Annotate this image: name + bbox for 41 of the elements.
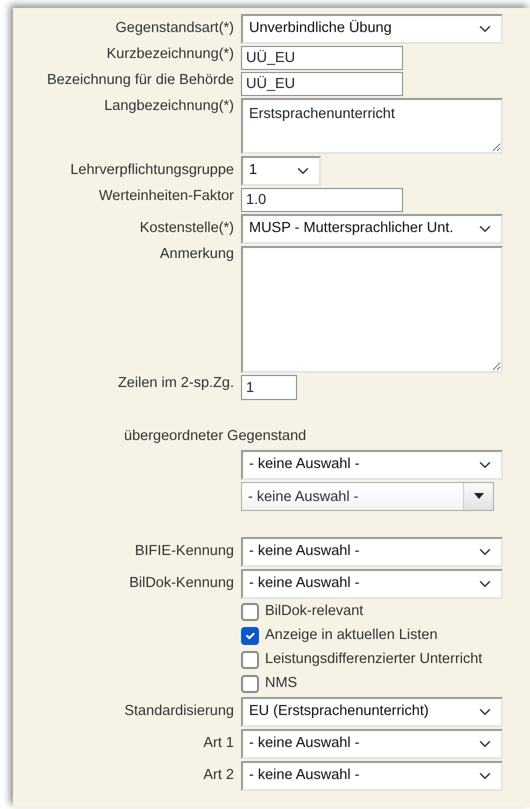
- dropdown[interactable]: - keine Auswahl -: [241, 568, 503, 599]
- field-label: Anmerkung: [160, 246, 234, 262]
- field-label: Kostenstelle(*): [140, 220, 234, 236]
- field-label: Standardisierung: [124, 703, 234, 720]
- field-label: Langbezeichnung(*): [104, 98, 234, 114]
- dropdown[interactable]: - keine Auswahl -: [241, 760, 503, 791]
- field-label: Art 1: [203, 735, 234, 752]
- dropdown[interactable]: MUSP - Muttersprachlicher Unt.: [241, 214, 503, 244]
- field-label: Lehrverpflichtungsgruppe: [70, 162, 234, 178]
- field-label: BilDok-Kennung: [129, 575, 234, 592]
- input-field[interactable]: UÜ_EU: [241, 72, 403, 96]
- checkbox[interactable]: [241, 626, 259, 645]
- caret-icon: [474, 493, 484, 500]
- dropdown[interactable]: - keine Auswahl -: [241, 536, 503, 567]
- input-field[interactable]: UÜ_EU: [241, 46, 403, 70]
- input-field[interactable]: 1: [241, 375, 297, 400]
- dropdown[interactable]: 1: [241, 156, 321, 186]
- combo-box[interactable]: - keine Auswahl -: [241, 482, 494, 511]
- field-label: Werteinheiten-Faktor: [98, 188, 234, 204]
- checkbox-label: BilDok-relevant: [265, 602, 364, 621]
- checkbox-label: Leistungsdifferenzierter Unterricht: [265, 650, 482, 669]
- checkbox-label: Anzeige in aktuellen Listen: [265, 626, 438, 645]
- dropdown[interactable]: EU (Erstsprachenunterricht): [241, 696, 503, 727]
- checkbox-label: NMS: [265, 674, 298, 693]
- checkbox[interactable]: [241, 674, 259, 693]
- field-label: Gegenstandsart(*): [116, 20, 234, 36]
- text-area[interactable]: Erstsprachenunterricht: [241, 98, 503, 154]
- field-label: Zeilen im 2-sp.Zg.: [118, 375, 234, 391]
- field-label: Bezeichnung für die Behörde: [46, 72, 234, 88]
- field-label: übergeordneter Gegenstand: [124, 428, 306, 446]
- dropdown[interactable]: - keine Auswahl -: [241, 728, 503, 759]
- field-label: Art 2: [203, 767, 234, 784]
- field-label: BIFIE-Kennung: [134, 543, 234, 560]
- dropdown[interactable]: Unverbindliche Übung: [241, 14, 503, 44]
- input-field[interactable]: 1.0: [241, 188, 403, 212]
- dropdown[interactable]: - keine Auswahl -: [241, 450, 503, 480]
- field-label: Kurzbezeichnung(*): [106, 46, 234, 62]
- checkbox[interactable]: [241, 650, 259, 669]
- text-area[interactable]: [241, 246, 503, 373]
- checkbox[interactable]: [241, 602, 259, 621]
- dropdown-button[interactable]: [463, 482, 493, 510]
